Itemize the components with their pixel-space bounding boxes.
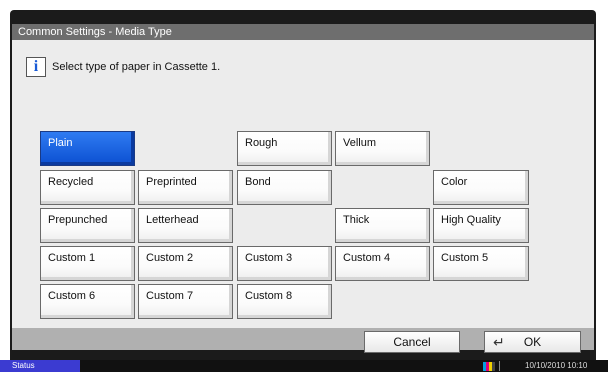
- media-custom8-button[interactable]: Custom 8: [237, 284, 332, 319]
- info-text: Select type of paper in Cassette 1.: [52, 61, 221, 73]
- media-custom2-button[interactable]: Custom 2: [138, 246, 233, 281]
- ok-label: OK: [523, 335, 542, 349]
- media-bond-button[interactable]: Bond: [237, 170, 332, 205]
- media-plain-button[interactable]: Plain: [40, 131, 135, 166]
- media-rough-button[interactable]: Rough: [237, 131, 332, 166]
- media-recycled-button[interactable]: Recycled: [40, 170, 135, 205]
- media-custom7-button[interactable]: Custom 7: [138, 284, 233, 319]
- info-icon: i: [26, 57, 46, 77]
- media-custom6-button[interactable]: Custom 6: [40, 284, 135, 319]
- media-color-button[interactable]: Color: [433, 170, 529, 205]
- media-thick-button[interactable]: Thick: [335, 208, 430, 243]
- media-preprinted-button[interactable]: Preprinted: [138, 170, 233, 205]
- info-message: i Select type of paper in Cassette 1.: [26, 56, 220, 78]
- window-title: Common Settings - Media Type: [12, 24, 594, 40]
- toner-level-icon[interactable]: [483, 362, 495, 371]
- status-button[interactable]: Status: [0, 360, 80, 372]
- media-high-quality-button[interactable]: High Quality: [433, 208, 529, 243]
- media-prepunched-button[interactable]: Prepunched: [40, 208, 135, 243]
- media-letterhead-button[interactable]: Letterhead: [138, 208, 233, 243]
- media-custom3-button[interactable]: Custom 3: [237, 246, 332, 281]
- status-divider: [499, 361, 500, 371]
- media-custom5-button[interactable]: Custom 5: [433, 246, 529, 281]
- media-vellum-button[interactable]: Vellum: [335, 131, 430, 166]
- media-custom4-button[interactable]: Custom 4: [335, 246, 430, 281]
- ok-button[interactable]: ↵ OK: [484, 331, 581, 353]
- datetime: 10/10/2010 10:10: [525, 361, 588, 370]
- media-custom1-button[interactable]: Custom 1: [40, 246, 135, 281]
- status-bar: [0, 360, 608, 372]
- toner-black: [492, 362, 495, 371]
- cancel-button[interactable]: Cancel: [364, 331, 460, 353]
- enter-icon: ↵: [493, 334, 505, 350]
